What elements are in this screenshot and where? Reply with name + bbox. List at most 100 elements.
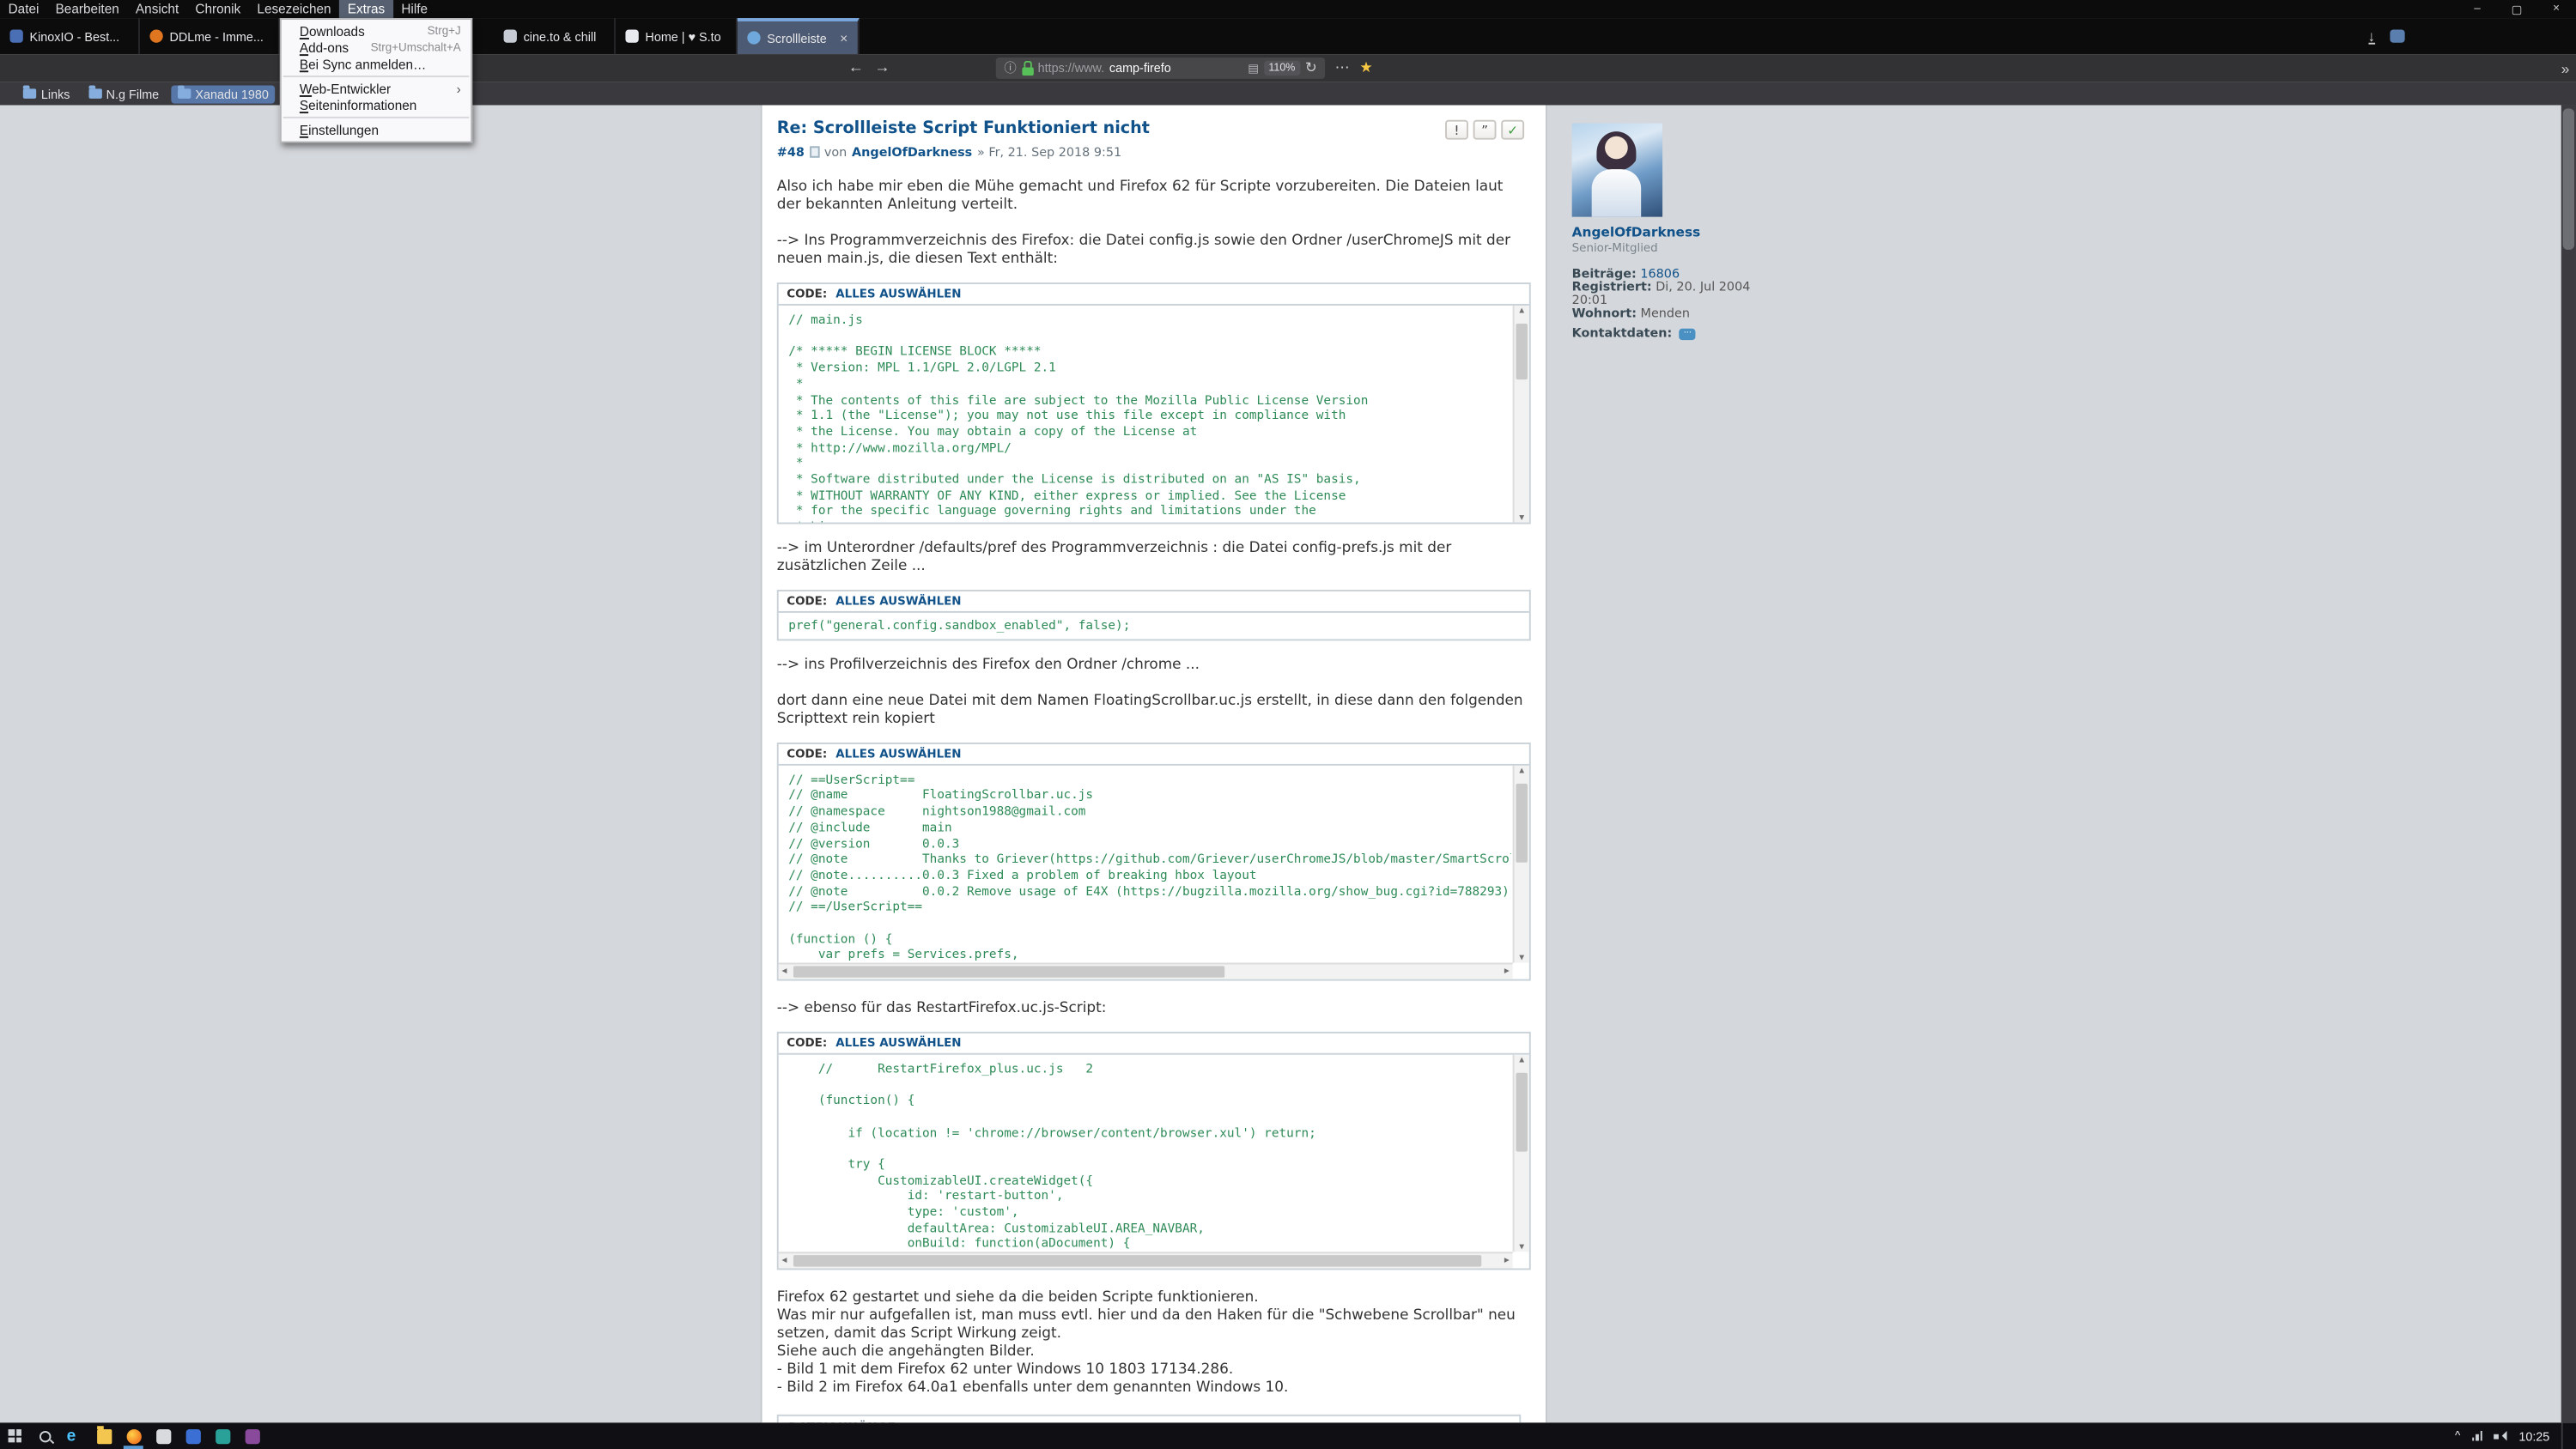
scroll-up-icon[interactable]: ▲	[1519, 1056, 1524, 1063]
taskbar-app-7[interactable]	[237, 1422, 267, 1449]
menubar-item-lesezeichen[interactable]: Lesezeichen	[249, 0, 339, 18]
taskbar-search-button[interactable]	[30, 1422, 60, 1449]
select-all-link[interactable]: ALLES AUSWÄHLEN	[835, 288, 961, 300]
scroll-right-icon[interactable]: ▶	[1504, 968, 1510, 975]
menu-item-seiteninformationen[interactable]: Seiteninformationen	[282, 97, 471, 113]
volume-icon[interactable]	[2494, 1430, 2507, 1441]
reader-mode-icon[interactable]: ▤	[1248, 62, 1259, 75]
menubar-item-chronik[interactable]: Chronik	[187, 0, 249, 18]
refresh-icon[interactable]: ↻	[1305, 59, 1317, 77]
menu-separator	[283, 76, 470, 77]
menu-item-einstellungen[interactable]: Einstellungen	[282, 122, 471, 138]
tray-expand-icon[interactable]: ^	[2455, 1430, 2460, 1441]
scrollbar-thumb[interactable]	[1516, 1072, 1527, 1151]
report-post-button[interactable]: !	[1445, 120, 1468, 140]
page-info-icon[interactable]: ⓘ	[1004, 59, 1016, 77]
tab-sto[interactable]: Home | ♥ S.to	[616, 18, 738, 54]
private-message-icon[interactable]: ···	[1680, 328, 1696, 339]
extras-menu: Downloads Strg+J Add-ons Strg+Umschalt+A…	[280, 18, 472, 142]
tab-close-icon[interactable]: ×	[836, 30, 848, 45]
zoom-indicator[interactable]: 110%	[1264, 61, 1300, 76]
menubar-item-ansicht[interactable]: Ansicht	[127, 0, 186, 18]
taskbar-app-5[interactable]	[178, 1422, 208, 1449]
select-all-link[interactable]: ALLES AUSWÄHLEN	[835, 747, 961, 760]
scroll-down-icon[interactable]: ▼	[1519, 954, 1524, 961]
menubar-item-hilfe[interactable]: Hilfe	[393, 0, 436, 18]
vertical-scrollbar[interactable]: ▲ ▼	[1513, 1054, 1529, 1252]
page-scrollbar-thumb[interactable]	[2563, 108, 2574, 250]
post-number-link[interactable]: #48	[777, 144, 805, 159]
vertical-scrollbar[interactable]: ▲ ▼	[1513, 306, 1529, 523]
menu-item-addons[interactable]: Add-ons Strg+Umschalt+A	[282, 39, 471, 56]
horizontal-scrollbar[interactable]: ◀ ▶	[779, 962, 1513, 979]
taskbar-app-explorer[interactable]	[89, 1422, 119, 1449]
lock-icon[interactable]	[1021, 67, 1032, 76]
bookmark-xanadu-1980[interactable]: Xanadu 1980	[171, 85, 276, 103]
bookmark-label: N.g Filme	[106, 86, 160, 100]
scroll-right-icon[interactable]: ▶	[1504, 1257, 1510, 1264]
horizontal-scrollbar[interactable]: ◀ ▶	[779, 1252, 1513, 1268]
url-domain: camp-firefo	[1109, 61, 1171, 76]
accept-answer-button[interactable]: ✓	[1501, 120, 1524, 140]
page-scrollbar[interactable]	[2561, 105, 2576, 1422]
network-icon[interactable]	[2472, 1431, 2482, 1440]
post-paragraph: dort dann eine neue Datei mit dem Namen …	[777, 693, 1531, 729]
overflow-chevron-icon[interactable]: »	[2561, 60, 2570, 76]
show-desktop-button[interactable]	[2561, 1422, 2568, 1449]
taskbar-app-4[interactable]	[149, 1422, 179, 1449]
scrollbar-thumb[interactable]	[1516, 324, 1527, 379]
bookmark-ng-filme[interactable]: N.g Filme	[82, 85, 166, 103]
post-meta: #48 von AngelOfDarkness » Fr, 21. Sep 20…	[777, 144, 1531, 159]
profile-username-link[interactable]: AngelOfDarkness	[1572, 225, 1770, 239]
tab-title: Home | ♥ S.to	[645, 28, 726, 43]
taskbar-clock[interactable]: 10:25	[2518, 1428, 2549, 1443]
select-all-link[interactable]: ALLES AUSWÄHLEN	[835, 595, 961, 608]
bookmark-links[interactable]: Links	[16, 85, 76, 103]
tab-cineto[interactable]: cine.to & chill	[494, 18, 616, 54]
scrollbar-thumb[interactable]	[793, 1255, 1481, 1266]
taskbar-app-6[interactable]	[208, 1422, 238, 1449]
taskbar-app-firefox[interactable]	[118, 1422, 149, 1449]
close-button[interactable]: ×	[2537, 0, 2576, 18]
menu-item-sync-anmelden[interactable]: Bei Sync anmelden…	[282, 56, 471, 72]
bookmark-star-icon[interactable]: ★	[1359, 59, 1372, 77]
scroll-down-icon[interactable]: ▼	[1519, 1243, 1524, 1250]
page-actions-icon[interactable]: ⋯	[1335, 59, 1350, 77]
app-icon	[215, 1428, 229, 1443]
post-title-link[interactable]: Re: Scrollleiste Script Funktioniert nic…	[777, 120, 1531, 138]
user-avatar[interactable]	[1572, 124, 1662, 217]
tab-favicon	[504, 29, 517, 42]
url-bar[interactable]: ⓘ https://www. camp-firefo ▤ 110% ↻	[996, 58, 1325, 79]
start-button[interactable]	[0, 1422, 30, 1449]
menu-item-downloads[interactable]: Downloads Strg+J	[282, 23, 471, 39]
maximize-button[interactable]: ▢	[2497, 0, 2537, 18]
tab-kinoxio[interactable]: KinoxIO - Best...	[0, 18, 140, 54]
back-button[interactable]: ←	[842, 59, 869, 77]
scroll-up-icon[interactable]: ▲	[1519, 307, 1524, 314]
scroll-down-icon[interactable]: ▼	[1519, 514, 1524, 521]
code-block-restartfirefox: CODE: ALLES AUSWÄHLEN // RestartFirefox_…	[777, 1031, 1531, 1270]
scroll-up-icon[interactable]: ▲	[1519, 767, 1524, 773]
extension-icon[interactable]	[2390, 29, 2404, 42]
file-explorer-icon	[96, 1428, 111, 1443]
quote-post-button[interactable]: ”	[1473, 120, 1497, 140]
author-link[interactable]: AngelOfDarkness	[852, 144, 972, 159]
scrollbar-thumb[interactable]	[793, 966, 1224, 977]
code-header: CODE: ALLES AUSWÄHLEN	[779, 1033, 1529, 1054]
menubar-item-datei[interactable]: Datei	[0, 0, 47, 18]
scroll-left-icon[interactable]: ◀	[782, 1257, 787, 1264]
scroll-left-icon[interactable]: ◀	[782, 968, 787, 975]
menu-item-web-entwickler[interactable]: Web-Entwickler ›	[282, 81, 471, 97]
menubar-item-bearbeiten[interactable]: Bearbeiten	[47, 0, 127, 18]
menubar-item-extras[interactable]: Extras	[339, 0, 393, 18]
scrollbar-thumb[interactable]	[1516, 783, 1527, 862]
tab-ddlme[interactable]: DDLme - Imme...	[140, 18, 280, 54]
tab-scrollleiste-active[interactable]: Scrollleiste S... ×	[738, 18, 860, 54]
vertical-scrollbar[interactable]: ▲ ▼	[1513, 765, 1529, 962]
taskbar-app-edge[interactable]: e	[59, 1422, 89, 1449]
forward-button[interactable]: →	[869, 59, 896, 77]
select-all-link[interactable]: ALLES AUSWÄHLEN	[835, 1036, 961, 1049]
folder-icon	[88, 88, 101, 98]
minimize-button[interactable]: –	[2458, 0, 2497, 18]
download-icon[interactable]: ↓	[2368, 28, 2376, 43]
